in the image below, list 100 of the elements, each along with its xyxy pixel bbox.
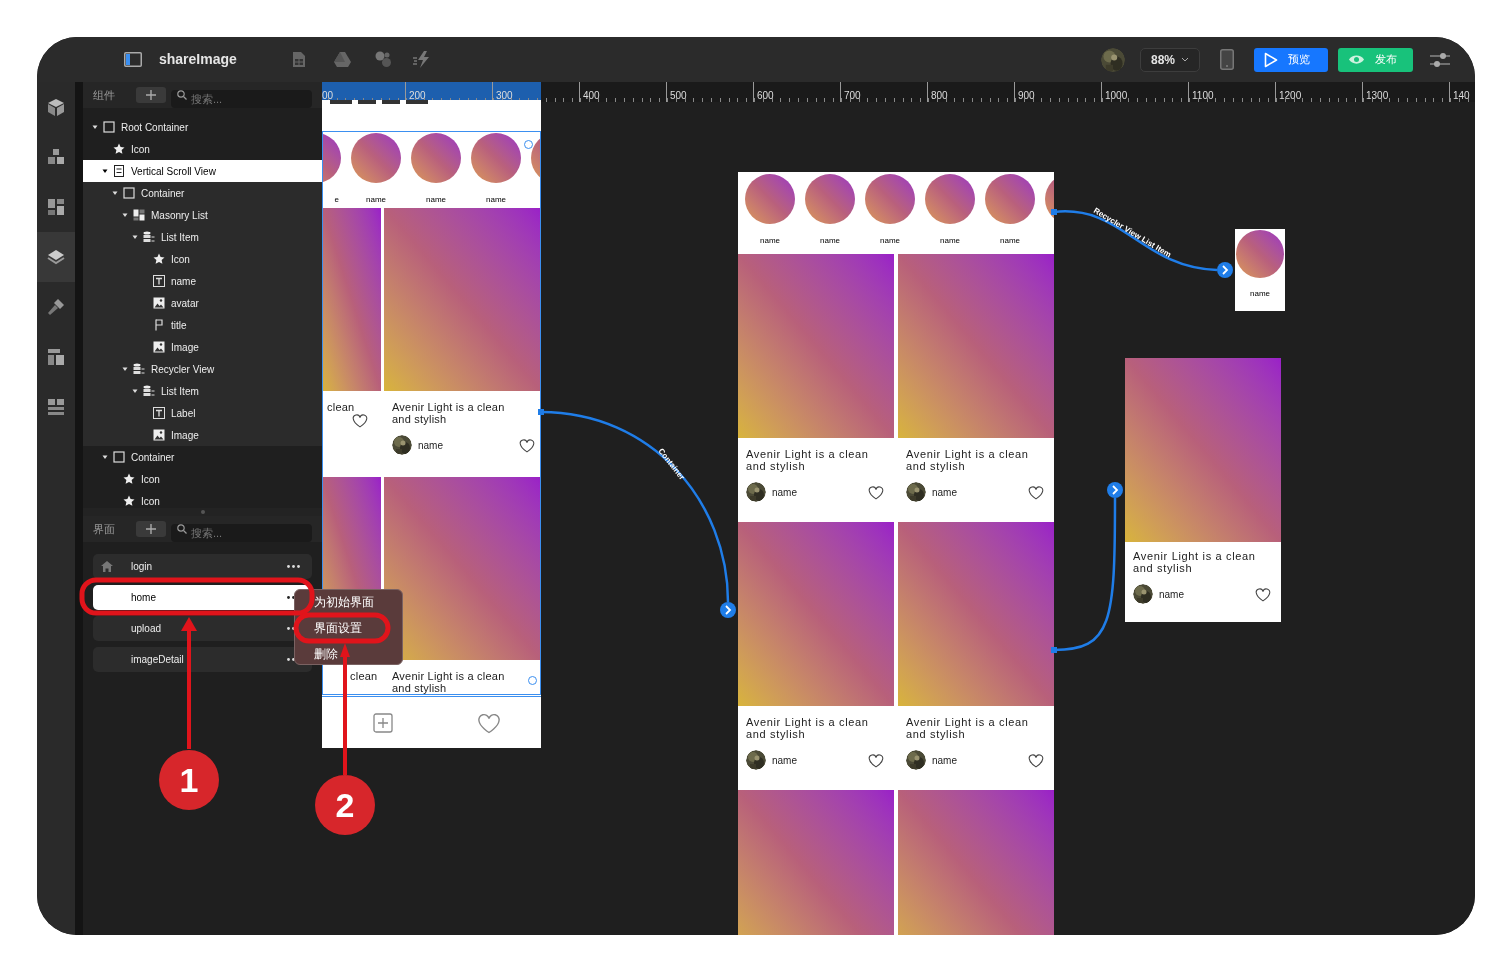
heart-icon[interactable] bbox=[1028, 484, 1044, 500]
menu-item[interactable]: 删除 bbox=[314, 645, 338, 663]
ruler-label: 300 bbox=[495, 90, 513, 101]
ruler-label: 700 bbox=[843, 90, 861, 101]
play-icon bbox=[1264, 51, 1278, 68]
menu-item[interactable]: 界面设置 bbox=[314, 619, 362, 637]
caret-down-icon[interactable] bbox=[121, 365, 129, 373]
list-icon bbox=[133, 363, 145, 375]
circles-icon[interactable] bbox=[374, 51, 392, 68]
tree-item[interactable]: Recycler View bbox=[83, 358, 322, 380]
ruler-label: 400 bbox=[582, 90, 600, 101]
tree-item[interactable]: title bbox=[83, 314, 322, 336]
tree-item[interactable]: Container bbox=[83, 446, 322, 468]
tree-item[interactable]: avatar bbox=[83, 292, 322, 314]
tree-item[interactable]: Image bbox=[83, 424, 322, 446]
screen-item[interactable]: imageDetail bbox=[93, 647, 312, 672]
tree-item[interactable]: Icon bbox=[83, 490, 322, 508]
author-name: name bbox=[932, 485, 957, 500]
rows-icon bbox=[47, 398, 65, 416]
tree-item[interactable]: name bbox=[83, 270, 322, 292]
search-field[interactable]: 搜索... bbox=[171, 90, 312, 108]
heart-icon[interactable] bbox=[519, 437, 535, 453]
ruler-label: 600 bbox=[756, 90, 774, 101]
heart-icon[interactable] bbox=[352, 413, 368, 428]
avatar-name: name bbox=[1250, 288, 1270, 300]
add-button[interactable] bbox=[136, 87, 166, 103]
heart-icon[interactable] bbox=[1028, 752, 1044, 768]
star-icon bbox=[123, 473, 135, 485]
caret-down-icon[interactable] bbox=[111, 189, 119, 197]
scroll-icon bbox=[113, 165, 125, 177]
app-name: shareImage bbox=[159, 50, 237, 69]
box-icon bbox=[113, 451, 125, 463]
box-icon bbox=[123, 187, 135, 199]
card-title: clean bbox=[350, 670, 378, 682]
screen-item[interactable]: login bbox=[93, 554, 312, 579]
selection-handle[interactable] bbox=[528, 676, 537, 685]
tab-marker bbox=[330, 100, 352, 104]
sidebar-icon[interactable] bbox=[124, 52, 142, 67]
card-title: Avenir Light is a clean and stylish bbox=[392, 401, 506, 425]
card-title: clean bbox=[327, 401, 355, 413]
flag-icon bbox=[153, 319, 165, 331]
preview-button[interactable]: 预览 bbox=[1254, 47, 1328, 72]
heart-icon[interactable] bbox=[868, 752, 884, 768]
tree-item[interactable]: Container bbox=[83, 182, 322, 204]
tree-item[interactable]: Icon bbox=[83, 468, 322, 490]
card-title: Avenir Light is a clean and stylish bbox=[746, 448, 870, 472]
add-button[interactable] bbox=[136, 521, 166, 537]
home-icon bbox=[101, 561, 113, 572]
caret-down-icon[interactable] bbox=[101, 453, 109, 461]
search-field[interactable]: 搜索... bbox=[171, 524, 312, 542]
card-title: Avenir Light is a clean and stylish bbox=[906, 448, 1030, 472]
author-name: name bbox=[932, 753, 957, 768]
tab-marker bbox=[358, 100, 376, 104]
lightning-icon[interactable] bbox=[412, 51, 431, 68]
ruler-label: 140 bbox=[1452, 90, 1470, 101]
cube-icon bbox=[47, 98, 65, 116]
resize-handle[interactable] bbox=[200, 510, 205, 514]
tree-item[interactable]: List Item bbox=[83, 380, 322, 402]
ruler-label: 00 bbox=[322, 90, 334, 101]
caret-down-icon[interactable] bbox=[101, 167, 109, 175]
avatar-name: name bbox=[760, 235, 780, 247]
star-icon bbox=[113, 143, 125, 155]
document-grid-icon[interactable] bbox=[291, 51, 306, 68]
ruler-label: 1000 bbox=[1104, 90, 1128, 101]
menu-item[interactable]: 为初始界面 bbox=[314, 593, 374, 611]
add-icon[interactable] bbox=[373, 713, 393, 733]
tree-item[interactable]: Masonry List bbox=[83, 204, 322, 226]
tree-item[interactable]: Icon bbox=[83, 248, 322, 270]
cubes-icon bbox=[47, 148, 65, 166]
list-icon bbox=[143, 231, 155, 243]
caret-down-icon[interactable] bbox=[91, 123, 99, 131]
tree-item[interactable]: List Item bbox=[83, 226, 322, 248]
zoom-select[interactable]: 88% bbox=[1140, 47, 1200, 72]
more-icon[interactable] bbox=[287, 565, 300, 568]
author-name: name bbox=[418, 438, 443, 453]
tree-item[interactable]: Label bbox=[83, 402, 322, 424]
caret-down-icon[interactable] bbox=[131, 387, 139, 395]
tree-item[interactable]: Image bbox=[83, 336, 322, 358]
heart-icon[interactable] bbox=[1255, 586, 1271, 602]
ruler-label: 200 bbox=[408, 90, 426, 101]
heart-icon[interactable] bbox=[868, 484, 884, 500]
settings-sliders-icon[interactable] bbox=[1430, 51, 1450, 68]
chevron-down-icon bbox=[1181, 57, 1189, 62]
avatar-name: name bbox=[940, 235, 960, 247]
eye-icon bbox=[1348, 54, 1365, 65]
list-icon bbox=[143, 385, 155, 397]
caret-down-icon[interactable] bbox=[131, 233, 139, 241]
tree-item[interactable]: Icon bbox=[83, 138, 322, 160]
tree-item[interactable]: Root Container bbox=[83, 116, 322, 138]
plus-icon bbox=[146, 524, 156, 534]
ruler-label: 1200 bbox=[1278, 90, 1302, 101]
tree-item[interactable]: Vertical Scroll View bbox=[83, 160, 322, 182]
star-icon bbox=[123, 495, 135, 507]
image-icon bbox=[153, 341, 165, 353]
selection-handle[interactable] bbox=[524, 140, 533, 149]
layout-icon bbox=[47, 198, 65, 216]
caret-down-icon[interactable] bbox=[121, 211, 129, 219]
masonry-icon bbox=[133, 209, 145, 221]
triangle-icon[interactable] bbox=[333, 52, 351, 67]
search-icon bbox=[177, 90, 187, 100]
